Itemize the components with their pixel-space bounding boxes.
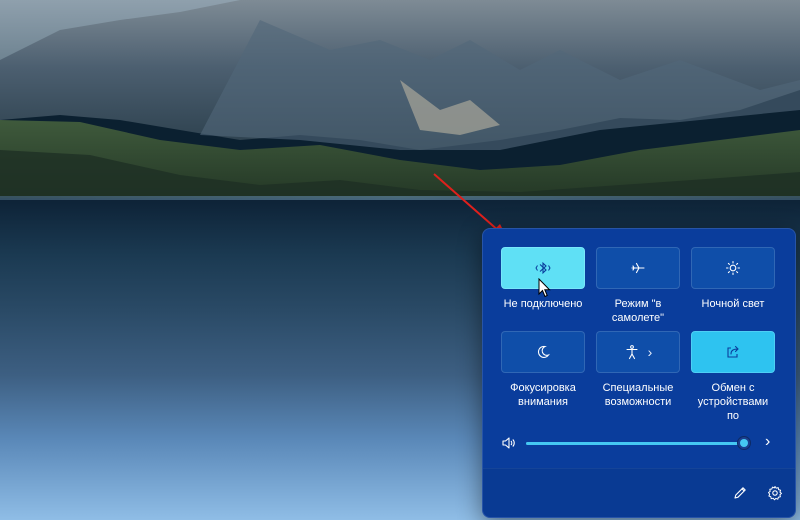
tile-nearby-sharing: Обмен с устройствами по: [691, 331, 775, 423]
volume-slider-fill: [526, 442, 744, 445]
volume-slider[interactable]: [526, 436, 751, 450]
tile-label: Не подключено: [503, 298, 583, 310]
accessibility-icon: [626, 345, 638, 360]
nearby-sharing-toggle-button[interactable]: [691, 331, 775, 373]
moon-icon: [537, 345, 550, 358]
quick-settings-panel: Не подключено Режим "в самолете" Ночной …: [482, 228, 796, 518]
night-light-toggle-button[interactable]: [691, 247, 775, 289]
speaker-icon[interactable]: [501, 435, 517, 451]
tile-label: Специальные возможности: [602, 382, 674, 408]
tile-airplane-mode: Режим "в самолете": [596, 247, 680, 325]
brightness-icon: [725, 260, 741, 276]
bluetooth-disconnected-icon: [535, 261, 551, 275]
tile-label: Ночной свет: [701, 298, 765, 310]
volume-output-chevron-icon[interactable]: ›: [765, 433, 770, 451]
mouse-pointer-icon: [538, 278, 551, 298]
tile-label: Обмен с устройствами по: [697, 382, 769, 422]
volume-row: ›: [501, 433, 781, 453]
tile-label: Режим "в самолете": [611, 298, 665, 324]
tile-label: Фокусировка внимания: [510, 382, 576, 408]
pencil-icon[interactable]: [732, 485, 748, 501]
tile-accessibility: › Специальные возможности: [596, 331, 680, 409]
gear-icon[interactable]: [767, 485, 783, 501]
focus-assist-toggle-button[interactable]: [501, 331, 585, 373]
quick-settings-footer: [483, 468, 795, 517]
chevron-right-icon: ›: [647, 344, 653, 360]
tile-focus-assist: Фокусировка внимания: [501, 331, 585, 409]
share-icon: [727, 345, 739, 358]
volume-slider-thumb[interactable]: [736, 436, 751, 450]
accessibility-button[interactable]: ›: [596, 331, 680, 373]
airplane-mode-toggle-button[interactable]: [596, 247, 680, 289]
tile-night-light: Ночной свет: [691, 247, 775, 311]
airplane-icon: [631, 262, 645, 274]
